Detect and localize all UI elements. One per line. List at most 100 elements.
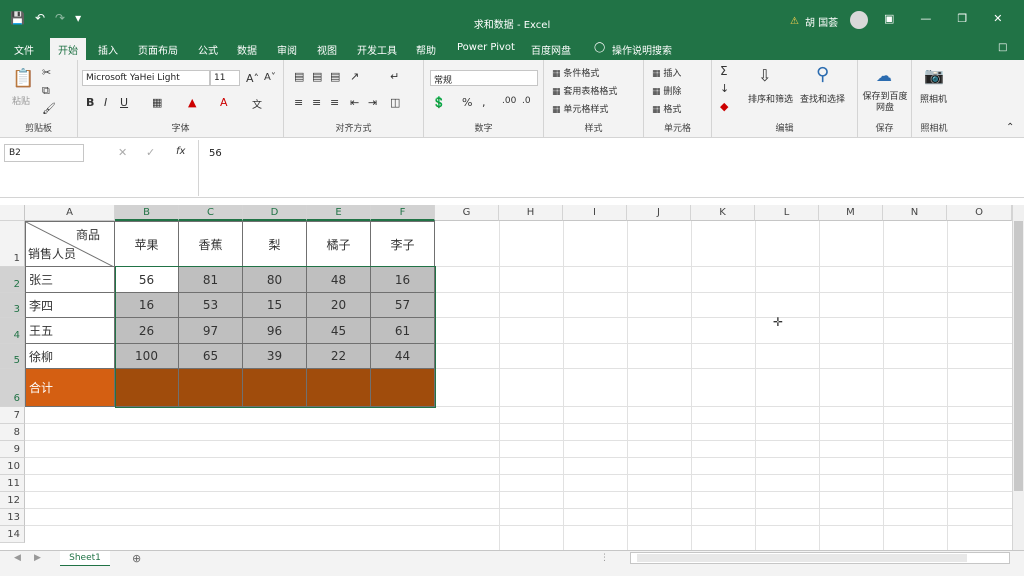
insert-cells-button[interactable]: ▦ 插入 [652,66,681,79]
row-header[interactable]: 11 [0,475,25,492]
value-cell[interactable]: 39 [243,344,307,369]
ribbon-display-icon[interactable]: ▣ [884,12,894,25]
font-size-select[interactable]: 11 [210,70,240,86]
minimize-icon[interactable]: — [920,12,931,25]
value-cell[interactable]: 44 [371,344,435,369]
column-header[interactable]: H [499,205,563,221]
maximize-icon[interactable]: ❐ [957,12,967,25]
avatar[interactable] [850,11,868,29]
align-right-icon[interactable]: ≡ [330,96,339,109]
table-format-button[interactable]: ▦ 套用表格格式 [552,84,617,97]
user-name[interactable]: 胡 国荟 [805,14,838,29]
column-header[interactable]: J [627,205,691,221]
italic-icon[interactable]: I [104,96,107,109]
worksheet-grid[interactable]: A B C D E F G H I J K L M N O 1 2 3 4 5 … [0,205,1012,550]
value-cell[interactable]: 56 [115,267,179,293]
cut-icon[interactable]: ✂ [42,66,51,79]
column-header[interactable]: M [819,205,883,221]
value-cell[interactable]: 96 [243,318,307,344]
header-cell[interactable]: 梨 [243,221,307,267]
value-cell[interactable]: 16 [115,293,179,318]
value-cell[interactable]: 26 [115,318,179,344]
value-cell[interactable]: 45 [307,318,371,344]
value-cell[interactable]: 20 [307,293,371,318]
horizontal-scrollbar[interactable] [630,552,1010,564]
column-header[interactable]: L [755,205,819,221]
tab-review[interactable]: 审阅 [277,42,297,57]
row-header[interactable]: 1 [0,221,25,267]
column-header[interactable]: E [307,205,371,221]
column-header[interactable]: A [25,205,115,221]
enter-icon[interactable]: ✓ [146,146,155,159]
row-header[interactable]: 9 [0,441,25,458]
format-cells-button[interactable]: ▦ 格式 [652,102,681,115]
tab-view[interactable]: 视图 [317,42,337,57]
sort-filter-button[interactable]: 排序和筛选 [748,92,793,105]
column-header[interactable]: B [115,205,179,221]
column-header[interactable]: N [883,205,947,221]
column-header[interactable]: K [691,205,755,221]
horizontal-scroll-thumb[interactable] [637,554,967,562]
tab-home[interactable]: 开始 [50,38,86,60]
row-header[interactable]: 3 [0,293,25,318]
header-cell[interactable]: 橘子 [307,221,371,267]
value-cell[interactable]: 81 [179,267,243,293]
tab-baidu[interactable]: 百度网盘 [531,42,571,57]
next-sheet-icon[interactable]: ▶ [34,553,41,563]
value-cell[interactable]: 22 [307,344,371,369]
align-top-icon[interactable]: ▤ [294,70,304,83]
delete-cells-button[interactable]: ▦ 删除 [652,84,681,97]
value-cell[interactable]: 97 [179,318,243,344]
total-cell[interactable] [115,369,179,407]
border-icon[interactable]: ▦ [152,96,162,109]
find-select-button[interactable]: 查找和选择 [800,92,845,105]
vertical-scrollbar[interactable] [1012,205,1024,550]
header-cell[interactable]: 李子 [371,221,435,267]
row-header[interactable]: 12 [0,492,25,509]
cell-style-button[interactable]: ▦ 单元格样式 [552,102,608,115]
tab-insert[interactable]: 插入 [98,42,118,57]
decrease-decimal-icon[interactable]: .0 [522,96,531,106]
align-bottom-icon[interactable]: ▤ [330,70,340,83]
increase-decimal-icon[interactable]: .00 [502,96,516,106]
tab-file[interactable]: 文件 [14,42,34,57]
shrink-font-icon[interactable]: A˅ [264,72,276,83]
formula-input[interactable]: 56 [198,140,1024,196]
row-header[interactable]: 10 [0,458,25,475]
format-painter-icon[interactable]: 🖌 [42,102,56,115]
total-cell[interactable] [179,369,243,407]
header-cell[interactable]: 香蕉 [179,221,243,267]
close-icon[interactable]: ✕ [993,12,1002,25]
autosum-icon[interactable]: Σ [720,64,728,78]
total-label-cell[interactable]: 合计 [25,369,115,407]
column-header[interactable]: C [179,205,243,221]
align-center-icon[interactable]: ≡ [312,96,321,109]
grow-font-icon[interactable]: A˄ [246,72,259,85]
tab-developer[interactable]: 开发工具 [357,42,397,57]
person-cell[interactable]: 王五 [25,318,115,344]
header-cell[interactable]: 苹果 [115,221,179,267]
sort-filter-icon[interactable]: ⇩ [758,66,771,85]
value-cell[interactable]: 65 [179,344,243,369]
vertical-scroll-thumb[interactable] [1014,221,1023,491]
value-cell[interactable]: 100 [115,344,179,369]
row-header[interactable]: 8 [0,424,25,441]
row-header[interactable]: 2 [0,267,25,293]
orientation-icon[interactable]: ↗ [350,70,359,83]
percent-icon[interactable]: % [462,96,472,109]
fill-color-icon[interactable]: ▲ [188,96,196,109]
value-cell[interactable]: 80 [243,267,307,293]
value-cell[interactable]: 16 [371,267,435,293]
currency-icon[interactable]: 💲 [432,96,446,109]
column-header[interactable]: F [371,205,435,221]
total-cell[interactable] [243,369,307,407]
baidu-cloud-icon[interactable]: ☁ [876,66,892,85]
collapse-ribbon-icon[interactable]: ⌃ [1006,122,1014,133]
person-cell[interactable]: 徐柳 [25,344,115,369]
paste-icon[interactable]: 📋 [12,68,34,89]
select-all-corner[interactable] [0,205,25,221]
person-cell[interactable]: 李四 [25,293,115,318]
row-header[interactable]: 5 [0,344,25,369]
tab-page-layout[interactable]: 页面布局 [138,42,178,57]
row-header[interactable]: 13 [0,509,25,526]
